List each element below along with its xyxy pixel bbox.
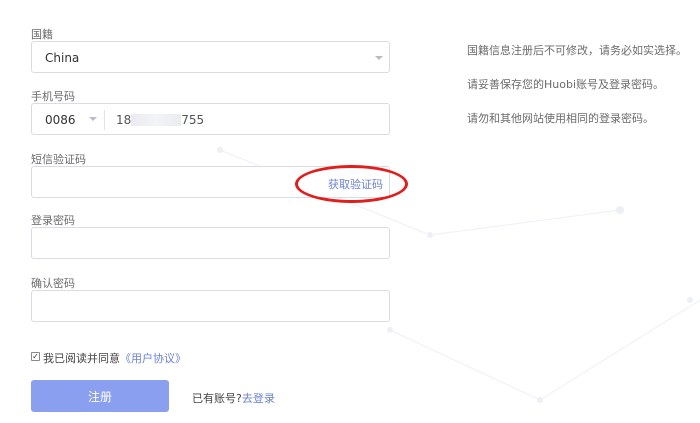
phone-field: 0086 18 755 <box>31 103 390 135</box>
nationality-selected-value: China <box>45 51 80 65</box>
phone-number-prefix: 18 <box>116 113 132 127</box>
phone-input[interactable]: 18 755 <box>116 113 204 127</box>
user-agreement-link[interactable]: 《用户协议》 <box>120 352 186 365</box>
info-save-account-note: 请妥善保存您的Huobi账号及登录密码。 <box>467 78 665 91</box>
chevron-down-icon <box>89 117 97 121</box>
go-login-link[interactable]: 去登录 <box>242 392 275 405</box>
nationality-select[interactable]: China <box>31 41 390 73</box>
sms-code-label: 短信验证码 <box>31 153 86 166</box>
nationality-label: 国籍 <box>31 28 53 41</box>
login-password-label: 登录密码 <box>31 214 75 227</box>
agreement-checkbox[interactable]: ✓ <box>31 352 40 361</box>
divider <box>104 110 105 130</box>
confirm-password-input[interactable] <box>31 290 390 322</box>
info-nationality-note: 国籍信息注册后不可修改，请务必如实选择。 <box>467 44 687 57</box>
login-prompt: 已有账号?去登录 <box>192 390 275 406</box>
confirm-password-label: 确认密码 <box>31 277 75 290</box>
redacted-digits <box>131 114 182 126</box>
phone-label: 手机号码 <box>31 90 75 103</box>
phone-number-suffix: 755 <box>181 113 205 127</box>
country-code-value: 0086 <box>45 113 76 127</box>
login-prompt-text: 已有账号? <box>192 392 242 405</box>
register-button[interactable]: 注册 <box>31 380 169 412</box>
country-code-select[interactable]: 0086 <box>32 104 104 134</box>
login-password-input[interactable] <box>31 227 390 259</box>
info-password-note: 请勿和其他网站使用相同的登录密码。 <box>467 112 654 125</box>
highlight-ellipse <box>295 165 408 203</box>
agreement-label: 我已阅读并同意 <box>43 352 120 365</box>
agreement-text: 我已阅读并同意《用户协议》 <box>43 350 186 366</box>
chevron-down-icon <box>375 56 383 60</box>
